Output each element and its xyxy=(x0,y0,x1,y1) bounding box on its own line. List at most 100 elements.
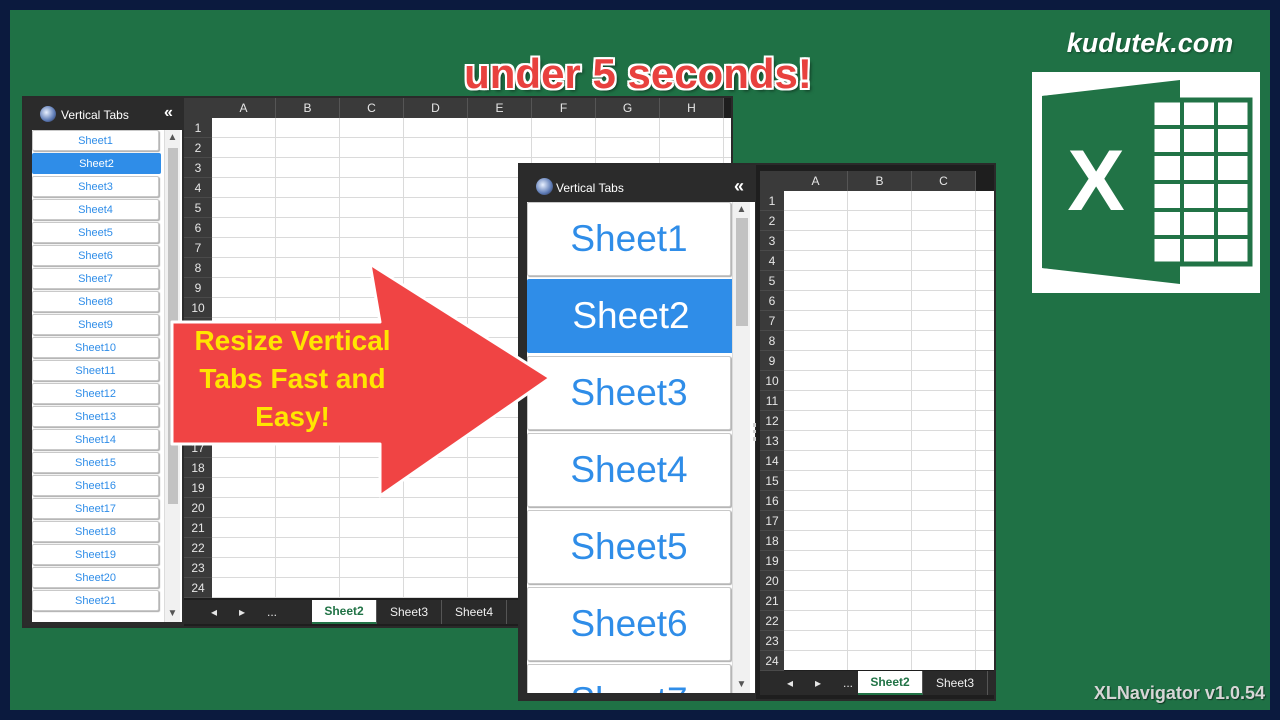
vertical-tab[interactable]: Sheet3 xyxy=(32,176,159,197)
scroll-up-icon[interactable]: ▲ xyxy=(165,132,180,144)
row-header[interactable]: 13 xyxy=(760,431,784,451)
row-header[interactable]: 3 xyxy=(184,158,212,178)
vertical-tab[interactable]: Sheet5 xyxy=(527,510,731,584)
sheet-tab[interactable]: Sheet3 xyxy=(377,600,442,624)
sheet-tab[interactable]: Sheet2 xyxy=(312,600,377,624)
scroll-down-icon[interactable]: ▼ xyxy=(733,679,750,691)
row-header[interactable]: 5 xyxy=(760,271,784,291)
version-label: XLNavigator v1.0.54 xyxy=(1093,683,1265,703)
vertical-tab[interactable]: Sheet10 xyxy=(32,337,159,358)
svg-text:X: X xyxy=(1067,133,1124,229)
row-header[interactable]: 23 xyxy=(184,558,212,578)
row-header[interactable]: 10 xyxy=(760,371,784,391)
sheet-tab[interactable]: Sheet2 xyxy=(858,671,923,695)
scroll-down-icon[interactable]: ▼ xyxy=(165,608,180,620)
vertical-tab[interactable]: Sheet12 xyxy=(32,383,159,404)
vertical-tab[interactable]: Sheet8 xyxy=(32,291,159,312)
row-header[interactable]: 3 xyxy=(760,231,784,251)
row-header[interactable]: 20 xyxy=(760,571,784,591)
vertical-tab[interactable]: Sheet2 xyxy=(32,153,161,174)
column-header[interactable]: F xyxy=(532,98,596,118)
row-header[interactable]: 18 xyxy=(760,531,784,551)
vertical-tab[interactable]: Sheet11 xyxy=(32,360,159,381)
vertical-tab[interactable]: Sheet6 xyxy=(32,245,159,266)
excel-logo-icon: X xyxy=(1032,72,1260,293)
row-header[interactable]: 11 xyxy=(760,391,784,411)
collapse-icon[interactable]: « xyxy=(164,104,173,122)
worksheet-grid[interactable] xyxy=(784,191,994,670)
row-header[interactable]: 21 xyxy=(760,591,784,611)
row-header[interactable]: 21 xyxy=(184,518,212,538)
vertical-tab[interactable]: Sheet1 xyxy=(32,130,159,151)
row-header[interactable]: 16 xyxy=(760,491,784,511)
row-header[interactable]: 19 xyxy=(760,551,784,571)
vertical-tab[interactable]: Sheet18 xyxy=(32,521,159,542)
column-header[interactable]: A xyxy=(784,171,848,191)
vertical-tab[interactable]: Sheet17 xyxy=(32,498,159,519)
vertical-tab[interactable]: Sheet14 xyxy=(32,429,159,450)
sheet-tab[interactable]: Sheet4 xyxy=(442,600,507,624)
column-header[interactable]: C xyxy=(340,98,404,118)
callout-text: Resize Vertical Tabs Fast and Easy! xyxy=(170,322,415,436)
row-header[interactable]: 2 xyxy=(184,138,212,158)
vertical-tab[interactable]: Sheet9 xyxy=(32,314,159,335)
vertical-tab[interactable]: Sheet4 xyxy=(32,199,159,220)
brand-link: kudutek.com xyxy=(1066,28,1234,58)
sheet-tab[interactable]: Sheet3 xyxy=(923,671,988,695)
grid-corner[interactable] xyxy=(184,98,212,118)
row-header[interactable]: 6 xyxy=(184,218,212,238)
scroll-thumb[interactable] xyxy=(736,218,748,326)
collapse-icon[interactable]: « xyxy=(734,176,744,197)
row-header[interactable]: 7 xyxy=(184,238,212,258)
scroll-up-icon[interactable]: ▲ xyxy=(733,204,750,216)
sheet-prev-icon[interactable]: ◂ xyxy=(780,671,800,695)
vertical-tab[interactable]: Sheet7 xyxy=(32,268,159,289)
grid-corner[interactable] xyxy=(760,171,784,191)
row-header[interactable]: 22 xyxy=(760,611,784,631)
sheet-next-icon[interactable]: ▸ xyxy=(808,671,828,695)
resize-grip-icon[interactable] xyxy=(753,423,756,441)
vertical-tab[interactable]: Sheet13 xyxy=(32,406,159,427)
column-header[interactable]: B xyxy=(848,171,912,191)
row-header[interactable]: 7 xyxy=(760,311,784,331)
column-header[interactable]: H xyxy=(660,98,724,118)
row-header[interactable]: 5 xyxy=(184,198,212,218)
row-header[interactable]: 24 xyxy=(760,651,784,671)
row-header[interactable]: 2 xyxy=(760,211,784,231)
sheet-prev-icon[interactable]: ◂ xyxy=(204,600,224,624)
column-header[interactable]: B xyxy=(276,98,340,118)
vertical-tab[interactable]: Sheet15 xyxy=(32,452,159,473)
sheet-more-button[interactable]: ... xyxy=(836,671,860,695)
callout-line: Resize Vertical xyxy=(194,325,391,356)
row-header[interactable]: 8 xyxy=(760,331,784,351)
row-header[interactable]: 23 xyxy=(760,631,784,651)
sheet-next-icon[interactable]: ▸ xyxy=(232,600,252,624)
vertical-tab[interactable]: Sheet6 xyxy=(527,587,731,661)
row-header[interactable]: 9 xyxy=(760,351,784,371)
row-header[interactable]: 17 xyxy=(760,511,784,531)
vertical-tab[interactable]: Sheet16 xyxy=(32,475,159,496)
row-header[interactable]: 24 xyxy=(184,578,212,598)
row-header[interactable]: 1 xyxy=(760,191,784,211)
column-header[interactable]: D xyxy=(404,98,468,118)
row-header[interactable]: 22 xyxy=(184,538,212,558)
vertical-tab[interactable]: Sheet5 xyxy=(32,222,159,243)
row-header[interactable]: 1 xyxy=(184,118,212,138)
tab-scrollbar[interactable]: ▲ ▼ xyxy=(732,202,750,693)
column-header[interactable]: C xyxy=(912,171,976,191)
row-header[interactable]: 6 xyxy=(760,291,784,311)
sheet-more-button[interactable]: ... xyxy=(260,600,284,624)
column-header[interactable]: E xyxy=(468,98,532,118)
vertical-tab[interactable]: Sheet19 xyxy=(32,544,159,565)
row-header[interactable]: 15 xyxy=(760,471,784,491)
vertical-tab[interactable]: Sheet21 xyxy=(32,590,159,611)
vertical-tab[interactable]: Sheet20 xyxy=(32,567,159,588)
column-header[interactable]: A xyxy=(212,98,276,118)
vertical-tab[interactable]: Sheet2 xyxy=(527,279,735,353)
column-header[interactable]: G xyxy=(596,98,660,118)
row-header[interactable]: 14 xyxy=(760,451,784,471)
row-header[interactable]: 12 xyxy=(760,411,784,431)
vertical-tab[interactable]: Sheet7 xyxy=(527,664,731,693)
row-header[interactable]: 4 xyxy=(184,178,212,198)
row-header[interactable]: 4 xyxy=(760,251,784,271)
